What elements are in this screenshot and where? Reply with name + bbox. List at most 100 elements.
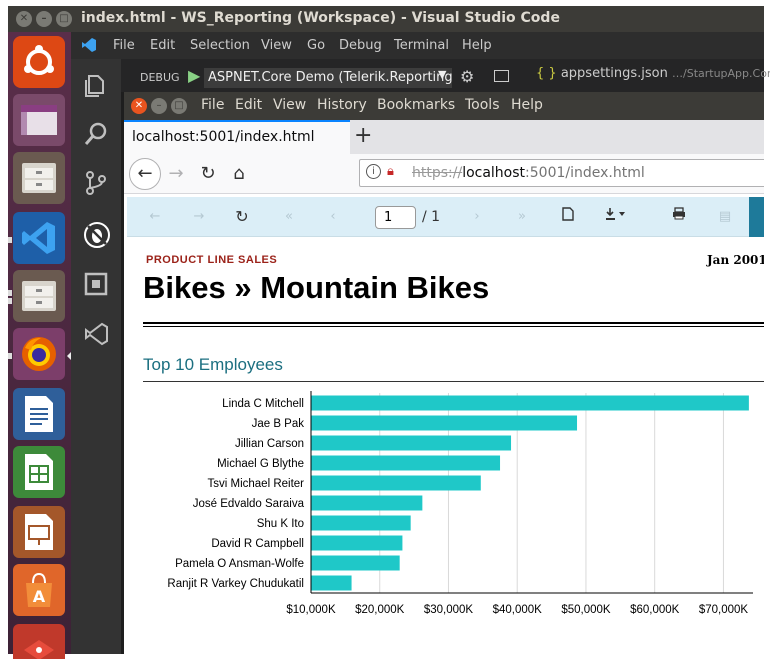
explorer-icon[interactable] [83,73,109,99]
chevron-down-icon[interactable]: ▼ [438,68,446,81]
refresh-icon[interactable]: ↻ [232,207,252,227]
editor-tab-path: …/StartupApp.Core [672,67,770,80]
print-preview-icon[interactable] [558,207,578,227]
toolbar-accent [749,197,764,237]
page-number-input[interactable]: 1 [375,206,416,229]
next-page-icon[interactable]: › [467,207,487,227]
url-text: https://localhost:5001/index.html [412,165,645,181]
vscode-icon[interactable] [13,212,65,264]
tab-strip: localhost:5001/index.html + [124,120,764,154]
reload-button[interactable]: ↻ [194,160,222,188]
category-label-6: Shu K Ito [257,518,304,530]
navigate-back-icon[interactable]: ← [145,207,165,227]
export-icon[interactable] [605,207,625,227]
json-file-icon: { } [536,66,557,81]
menu-view[interactable]: View [261,38,292,53]
current-page: 1 [384,210,393,225]
tab-title: localhost:5001/index.html [132,129,315,145]
previous-page-icon[interactable]: ‹ [323,207,343,227]
report-title: Bikes » Mountain Bikes [143,270,490,305]
menu-debug[interactable]: Debug [339,38,382,53]
back-button[interactable]: ← [129,158,161,190]
print-icon[interactable] [669,207,689,227]
bar-8 [311,555,400,571]
ff-menu-file[interactable]: File [201,97,224,113]
browser-tab-active[interactable]: localhost:5001/index.html [124,120,350,154]
debug-config-select[interactable]: ASPNET.Core Demo (Telerik.Reporting [204,68,452,88]
close-window-button[interactable]: ✕ [16,11,32,27]
ff-menu-tools[interactable]: Tools [465,97,500,113]
search-icon[interactable] [83,121,109,147]
libreoffice-impress-icon[interactable] [13,506,65,558]
report-viewer-toolbar: ← → ↻ « ‹ 1 / 1 › » ▤ [127,197,764,237]
forward-button[interactable]: → [162,160,190,188]
activity-bar [71,59,121,654]
ff-menu-bookmarks[interactable]: Bookmarks [377,97,455,113]
minimize-window-button[interactable]: – [36,11,52,27]
menu-edit[interactable]: Edit [150,38,175,53]
software-center-icon[interactable]: A [13,564,65,616]
window-title: index.html - WS_Reporting (Workspace) - … [81,10,560,26]
section-subtitle: Top 10 Employees [143,355,283,374]
maximize-window-button[interactable]: □ [171,98,187,114]
home-button[interactable]: ⌂ [225,160,253,188]
x-tick-label-4: $50,000K [561,604,611,616]
bar-7 [311,535,403,551]
document-map-icon[interactable]: ▤ [715,207,735,227]
navigate-forward-icon[interactable]: → [189,207,209,227]
ff-menu-view[interactable]: View [273,97,306,113]
extensions-icon[interactable] [83,271,109,297]
editor-tab-appsettings[interactable]: { } appsettings.json …/StartupApp.Core [536,66,770,81]
gear-icon[interactable]: ⚙ [460,67,474,86]
category-label-7: David R Campbell [211,538,304,550]
file-manager-icon-2[interactable] [13,270,65,322]
section-divider [143,381,764,382]
workspace-switcher-icon[interactable] [13,94,65,146]
bar-4 [311,475,481,491]
bar-5 [311,495,423,511]
x-tick-label-5: $60,000K [630,604,680,616]
visual-studio-icon[interactable] [83,321,109,347]
bar-3 [311,455,501,471]
ff-menu-edit[interactable]: Edit [235,97,262,113]
minimize-window-button[interactable]: – [151,98,167,114]
info-icon[interactable]: i [366,164,381,179]
menu-terminal[interactable]: Terminal [394,38,449,53]
menu-help[interactable]: Help [462,38,492,53]
terminal-icon[interactable] [494,70,509,82]
running-indicator [8,290,12,296]
file-manager-icon[interactable] [13,152,65,204]
bar-6 [311,515,411,531]
running-indicator [8,353,12,359]
vscode-logo-icon [81,37,97,57]
debug-label: DEBUG [140,71,180,84]
close-window-button[interactable]: ✕ [131,98,147,114]
ff-menu-history[interactable]: History [317,97,367,113]
ubuntu-dash-icon[interactable] [13,36,65,88]
new-tab-icon[interactable]: + [354,123,372,148]
x-tick-label-2: $30,000K [424,604,474,616]
bar-9 [311,575,352,591]
insecure-lock-icon[interactable]: 🔒︎ [387,164,394,179]
category-label-5: José Edvaldo Saraiva [193,498,305,510]
maximize-window-button[interactable]: □ [56,11,72,27]
menu-file[interactable]: File [113,38,135,53]
menu-selection[interactable]: Selection [190,38,250,53]
first-page-icon[interactable]: « [279,207,299,227]
network-tool-icon[interactable] [13,624,65,659]
libreoffice-writer-icon[interactable] [13,388,65,440]
libreoffice-calc-icon[interactable] [13,446,65,498]
last-page-icon[interactable]: » [512,207,532,227]
start-debugging-icon[interactable]: ▶ [188,66,200,85]
firefox-icon[interactable] [13,328,65,380]
running-indicator [8,298,12,304]
x-tick-label-3: $40,000K [493,604,543,616]
debug-icon[interactable] [83,221,110,248]
x-tick-label-6: $70,000K [699,604,749,616]
ff-menu-help[interactable]: Help [511,97,543,113]
menu-go[interactable]: Go [307,38,325,53]
url-bar[interactable]: i 🔒︎ https://localhost:5001/index.html [359,159,764,187]
category-label-3: Michael G Blythe [217,458,304,470]
category-label-8: Pamela O Ansman-Wolfe [175,558,304,570]
source-control-icon[interactable] [83,170,109,196]
